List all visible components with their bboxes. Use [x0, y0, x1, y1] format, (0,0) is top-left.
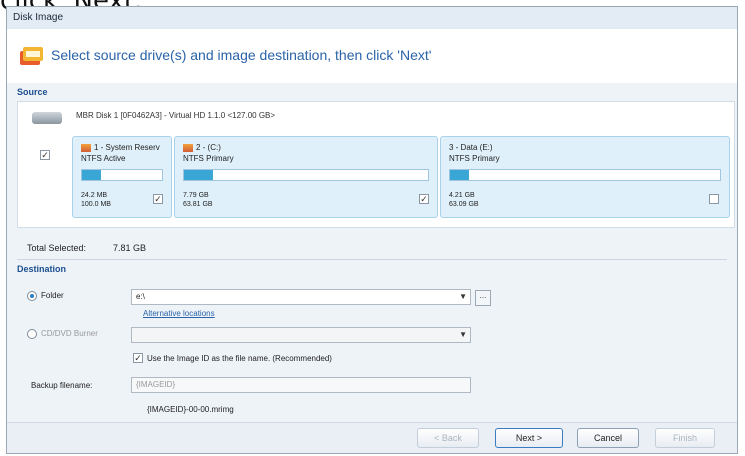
total-selected-value: 7.81 GB — [113, 243, 147, 253]
alternative-locations-link[interactable]: Alternative locations — [143, 309, 215, 318]
partition-total: 100.0 MB — [81, 201, 111, 208]
cancel-button[interactable]: Cancel — [577, 428, 639, 448]
header-area: Select source drive(s) and image destina… — [7, 29, 737, 83]
partition-total: 63.81 GB — [183, 201, 213, 208]
backup-filename-label: Backup filename: — [31, 381, 93, 390]
partition-usage-bar — [183, 169, 429, 181]
folder-path-input[interactable]: e:\ ▼ — [131, 289, 471, 305]
partition-usage-fill — [82, 170, 102, 180]
destination-section-label: Destination — [17, 264, 67, 274]
source-panel: MBR Disk 1 [0F0462A3] - Virtual HD 1.1.0… — [17, 101, 735, 228]
window-title: Disk Image — [7, 7, 737, 30]
partition-card[interactable]: 3 - Data (E:) NTFS Primary 4.21 GB 63.09… — [440, 136, 730, 218]
partition-usage-bar — [81, 169, 163, 181]
partition-name: 1 - System Reserv — [81, 143, 160, 152]
partition-checkbox[interactable] — [709, 194, 719, 204]
folder-path-value: e:\ — [136, 292, 145, 301]
chevron-down-icon[interactable]: ▼ — [459, 328, 467, 342]
folder-radio[interactable] — [27, 291, 37, 301]
footer-bar: < Back Next > Cancel Finish — [7, 422, 737, 453]
partition-name: 3 - Data (E:) — [449, 143, 493, 152]
partition-used: 24.2 MB — [81, 192, 108, 199]
partition-checkbox[interactable]: ✓ — [419, 194, 429, 204]
source-section-label: Source — [17, 87, 48, 97]
use-image-id-label: Use the Image ID as the file name. (Reco… — [147, 354, 332, 363]
instruction-text: Select source drive(s) and image destina… — [51, 47, 432, 63]
back-button[interactable]: < Back — [417, 428, 479, 448]
partition-usage-bar — [449, 169, 721, 181]
partition-icon — [183, 143, 193, 152]
partition-icon — [81, 143, 91, 152]
partition-usage-fill — [184, 170, 214, 180]
filename-preview: {IMAGEID}-00-00.mrimg — [147, 405, 234, 414]
total-selected-label: Total Selected: — [27, 243, 87, 253]
backup-filename-input[interactable]: {IMAGEID} — [131, 377, 471, 393]
disk-image-icon — [20, 47, 43, 65]
partition-name: 2 - (C:) — [183, 143, 221, 152]
folder-label: Folder — [41, 291, 64, 300]
disk-select-checkbox[interactable]: ✓ — [40, 150, 50, 160]
partition-usage-fill — [450, 170, 469, 180]
disk-label: MBR Disk 1 [0F0462A3] - Virtual HD 1.1.0… — [76, 111, 276, 120]
section-divider — [17, 259, 727, 260]
finish-button[interactable]: Finish — [655, 428, 715, 448]
partition-checkbox[interactable]: ✓ — [153, 194, 163, 204]
chevron-down-icon[interactable]: ▼ — [459, 290, 467, 304]
partition-used: 7.79 GB — [183, 192, 209, 199]
partition-card[interactable]: 2 - (C:) NTFS Primary 7.79 GB 63.81 GB ✓ — [174, 136, 438, 218]
next-button[interactable]: Next > — [495, 428, 563, 448]
cd-dvd-select[interactable]: ▼ — [131, 327, 471, 343]
browse-button[interactable]: ... — [475, 290, 491, 306]
hard-disk-icon — [32, 112, 62, 124]
partition-type: NTFS Primary — [449, 154, 500, 163]
partition-type: NTFS Active — [81, 154, 126, 163]
disk-image-window: Disk Image Select source drive(s) and im… — [6, 6, 738, 454]
cd-dvd-radio[interactable] — [27, 329, 37, 339]
cd-dvd-label: CD/DVD Burner — [41, 329, 98, 338]
partition-type: NTFS Primary — [183, 154, 234, 163]
partition-used: 4.21 GB — [449, 192, 475, 199]
partition-total: 63.09 GB — [449, 201, 479, 208]
use-image-id-checkbox[interactable]: ✓ — [133, 353, 143, 363]
partition-card[interactable]: 1 - System Reserv NTFS Active 24.2 MB 10… — [72, 136, 172, 218]
